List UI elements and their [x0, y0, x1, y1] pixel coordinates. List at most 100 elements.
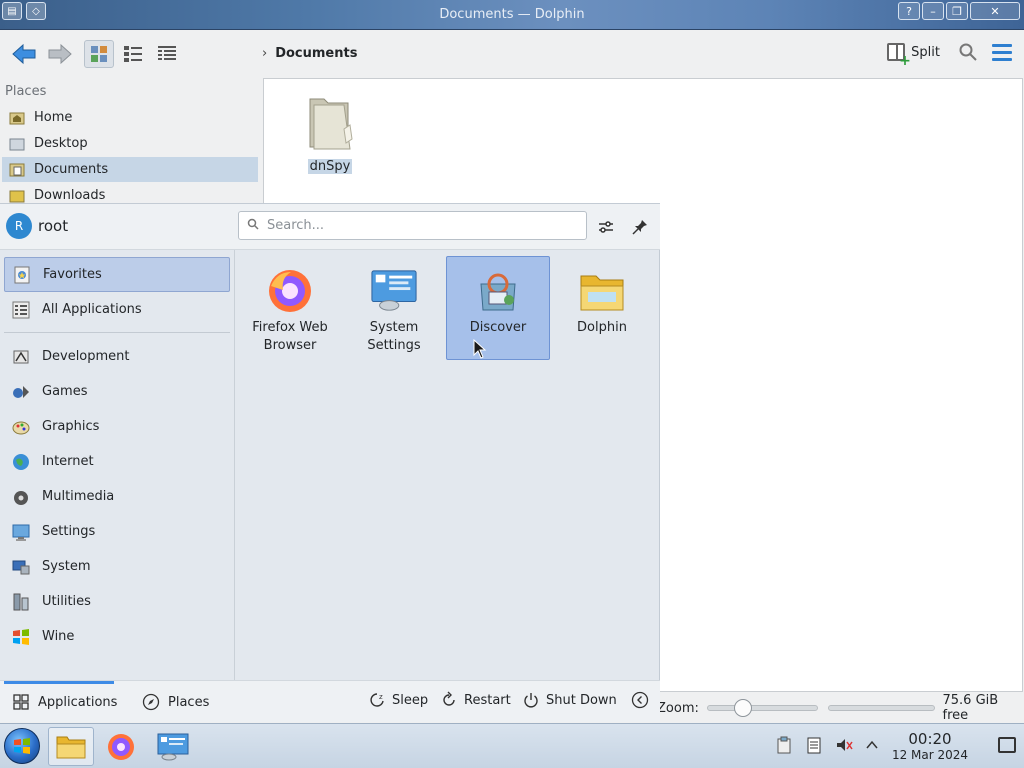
system-settings-icon [157, 733, 189, 760]
svg-text:z: z [379, 693, 383, 701]
category-label: Graphics [42, 419, 100, 434]
restart-button[interactable]: Restart [440, 691, 511, 709]
category-label: Multimedia [42, 489, 115, 504]
help-button[interactable]: ? [898, 2, 920, 20]
category-all-applications[interactable]: All Applications [4, 292, 230, 327]
development-icon [10, 346, 32, 368]
search-button[interactable] [958, 42, 978, 67]
folder-icon [56, 736, 86, 758]
all-apps-icon [10, 299, 32, 321]
icons-view-button[interactable] [84, 40, 114, 68]
favorite-label: Firefox Web Browser [252, 320, 328, 353]
favorite-firefox[interactable]: Firefox Web Browser [238, 256, 342, 360]
favorites-grid: Firefox Web Browser System Settings Disc… [238, 256, 658, 676]
file-name: dnSpy [307, 159, 353, 174]
system-settings-icon [370, 267, 418, 315]
home-folder-icon [8, 109, 26, 127]
category-settings[interactable]: Settings [4, 514, 230, 549]
compact-view-button[interactable] [118, 40, 148, 68]
launcher-search[interactable] [238, 211, 587, 240]
restart-icon [440, 691, 458, 709]
category-multimedia[interactable]: Multimedia [4, 479, 230, 514]
windows-logo-icon [14, 738, 30, 754]
status-bar: Zoom: 75.6 GiB free [655, 693, 1024, 723]
favorite-discover[interactable]: Discover [446, 256, 550, 360]
places-heading: Places [5, 84, 47, 99]
more-power-options-button[interactable] [631, 691, 649, 709]
window-titlebar[interactable]: ▤ ◇ Documents — Dolphin ? – ❐ ✕ [0, 0, 1024, 30]
sleep-icon: z [368, 691, 386, 709]
back-button[interactable] [8, 40, 40, 68]
place-documents[interactable]: Documents [2, 157, 258, 182]
icons-view-icon [91, 46, 107, 62]
dolphin-icon [578, 267, 626, 315]
minimize-button[interactable]: – [922, 2, 944, 20]
favorite-system-settings[interactable]: System Settings [342, 256, 446, 360]
sliders-icon [599, 221, 613, 233]
clock[interactable]: 00:20 12 Mar 2024 [888, 731, 972, 763]
launcher-footer: Applications Places z Sleep Restart Shut… [0, 680, 660, 722]
volume-muted-icon[interactable] [833, 734, 855, 756]
show-desktop-button[interactable] [998, 737, 1016, 753]
category-separator [4, 332, 230, 333]
zoom-slider[interactable] [706, 699, 818, 717]
zoom-slider-handle[interactable] [733, 699, 752, 717]
file-item[interactable]: dnSpy [304, 89, 356, 174]
search-input[interactable] [267, 218, 567, 233]
place-desktop[interactable]: Desktop [2, 131, 258, 156]
avatar[interactable]: R [6, 213, 32, 239]
pin-button[interactable] [629, 216, 651, 238]
category-graphics[interactable]: Graphics [4, 409, 230, 444]
compact-view-icon [124, 46, 142, 62]
clipboard-icon[interactable] [773, 734, 795, 756]
games-icon [10, 381, 32, 403]
category-label: Favorites [43, 267, 102, 282]
shutdown-button[interactable]: Shut Down [522, 691, 617, 709]
notes-icon[interactable] [803, 734, 825, 756]
tab-applications[interactable]: Applications [4, 681, 117, 723]
power-icon [522, 691, 540, 709]
favorite-dolphin[interactable]: Dolphin [550, 256, 654, 360]
split-button[interactable]: + Split [887, 43, 940, 69]
place-home[interactable]: Home [2, 105, 258, 130]
category-system[interactable]: System [4, 549, 230, 584]
start-menu-button[interactable] [4, 728, 40, 764]
category-internet[interactable]: Internet [4, 444, 230, 479]
details-view-button[interactable] [152, 40, 182, 68]
grid-icon [12, 693, 30, 711]
category-list: Favorites All Applications Development G… [0, 250, 235, 680]
category-label: Games [42, 384, 88, 399]
breadcrumb[interactable]: › Documents [262, 46, 357, 61]
shutdown-label: Shut Down [546, 692, 617, 708]
documents-folder-icon [8, 161, 26, 179]
firefox-icon [108, 733, 134, 760]
forward-button[interactable] [44, 40, 76, 68]
category-wine[interactable]: Wine [4, 619, 230, 654]
tab-places[interactable]: Places [142, 681, 209, 723]
arrow-right-icon [48, 43, 72, 65]
breadcrumb-documents[interactable]: Documents [275, 46, 357, 61]
category-games[interactable]: Games [4, 374, 230, 409]
sleep-button[interactable]: z Sleep [368, 691, 428, 709]
taskbar-dolphin[interactable] [48, 727, 94, 766]
place-documents-label: Documents [34, 162, 109, 177]
main-toolbar: › Documents + Split [0, 30, 1024, 78]
mouse-cursor-icon [473, 339, 487, 359]
application-launcher: R root Favorites All Applications Develo… [0, 203, 660, 722]
close-button[interactable]: ✕ [970, 2, 1020, 20]
favorite-label: Discover [469, 320, 527, 335]
taskbar-firefox[interactable] [98, 727, 144, 766]
search-icon [247, 218, 259, 234]
category-development[interactable]: Development [4, 339, 230, 374]
free-space-bar [827, 705, 935, 711]
place-desktop-label: Desktop [34, 136, 88, 151]
category-favorites[interactable]: Favorites [4, 257, 230, 292]
chevron-up-icon[interactable] [861, 734, 883, 756]
configure-button[interactable] [595, 216, 617, 238]
taskbar-system-settings[interactable] [150, 727, 196, 766]
category-utilities[interactable]: Utilities [4, 584, 230, 619]
maximize-button[interactable]: ❐ [946, 2, 968, 20]
places-panel: Places Home Desktop Documents Downloads [0, 78, 262, 208]
category-label: All Applications [42, 302, 142, 317]
hamburger-menu-button[interactable] [992, 44, 1012, 65]
